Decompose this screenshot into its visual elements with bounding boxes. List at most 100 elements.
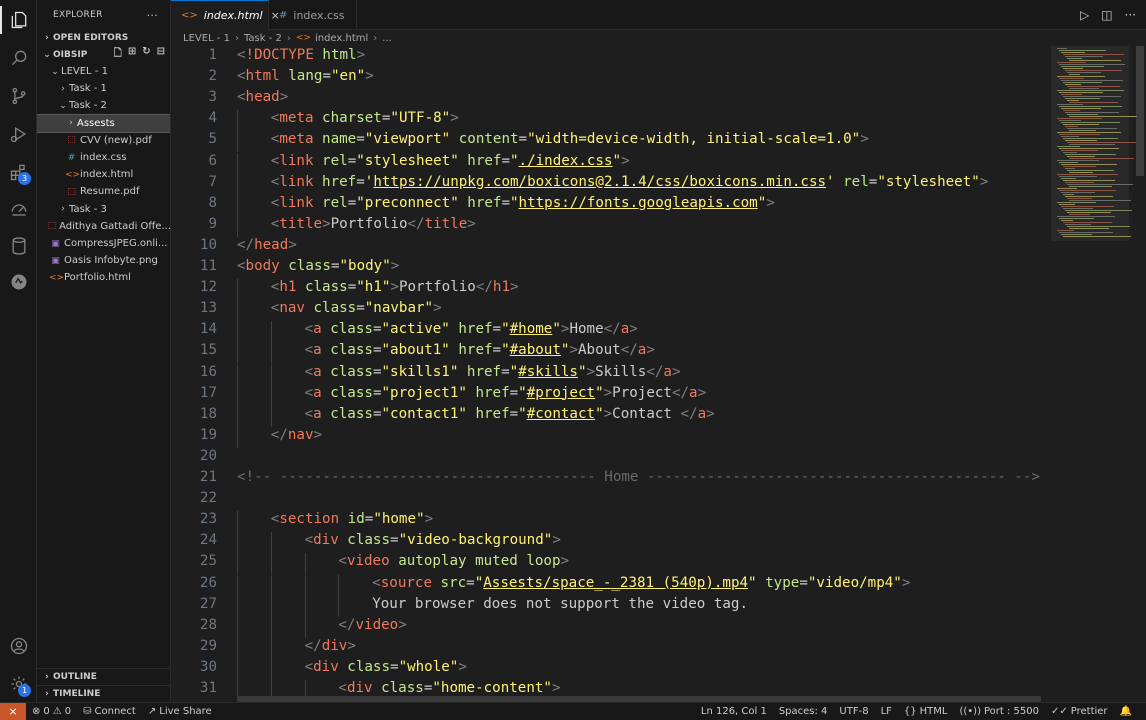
search-icon[interactable] — [0, 40, 37, 76]
code-token: Home — [569, 321, 604, 338]
tree-item[interactable]: <> Portfolio.html — [37, 269, 170, 286]
tree-item[interactable]: ▣ Oasis Infobyte.png — [37, 252, 170, 269]
code-token: = — [466, 574, 475, 591]
remote-indicator-icon[interactable]: ⨯ — [0, 702, 26, 720]
line-number: 19 — [199, 426, 217, 443]
code-line[interactable]: <body class="body"> — [237, 258, 399, 274]
tree-item[interactable]: ▣ CompressJPEG.onli... — [37, 235, 170, 252]
end-of-line[interactable]: LF — [875, 706, 898, 717]
code-token: " — [509, 363, 519, 380]
code-line[interactable]: <nav class="navbar"> — [271, 300, 442, 316]
tree-item[interactable]: # index.css — [37, 149, 170, 166]
code-token: a — [697, 405, 707, 422]
breadcrumb-item[interactable]: LEVEL - 1 — [183, 33, 230, 44]
cursor-position[interactable]: Ln 126, Col 1 — [695, 706, 773, 717]
encoding[interactable]: UTF-8 — [833, 706, 874, 717]
code-line[interactable]: <meta charset="UTF-8"> — [271, 110, 459, 126]
collapse-all-icon[interactable]: ⊟ — [157, 46, 165, 63]
code-line[interactable]: </div> — [305, 638, 356, 654]
code-line[interactable]: <meta name="viewport" content="width=dev… — [271, 131, 869, 147]
code-editor[interactable]: 1 <!DOCTYPE html> 2 <html lang="en"> 3 <head>… — [171, 46, 1051, 696]
code-line[interactable]: <title>Portfolio</title> — [271, 216, 476, 232]
live-share-button[interactable]: ↗ Live Share — [142, 706, 218, 717]
connect-button[interactable]: ⛁ Connect — [77, 706, 142, 717]
code-line[interactable]: <section id="home"> — [271, 511, 433, 527]
code-line[interactable]: <a class="project1" href="#project">Proj… — [305, 385, 707, 401]
prettier-button[interactable]: ✓✓ Prettier — [1045, 706, 1114, 717]
code-line[interactable]: <video autoplay muted loop> — [338, 553, 569, 569]
tree-item[interactable]: ⌄ LEVEL - 1 — [37, 63, 170, 80]
code-line[interactable]: </head> — [237, 237, 297, 253]
code-line[interactable]: Your browser does not support the video … — [372, 596, 748, 612]
explorer-more-icon[interactable]: ··· — [147, 9, 158, 22]
code-token: "home" — [373, 511, 425, 528]
run-icon[interactable]: ▷ — [1080, 8, 1089, 22]
remote-explorer-icon[interactable] — [0, 192, 37, 228]
code-line[interactable]: <div class="home-content"> — [338, 680, 560, 696]
tab-index-css[interactable]: # index.css — [269, 0, 357, 30]
problems-indicator[interactable]: ⊗ 0 ⚠ 0 — [26, 706, 77, 717]
code-line[interactable]: <!DOCTYPE html> — [237, 47, 365, 63]
minimap[interactable] — [1051, 46, 1146, 696]
tree-item[interactable]: ⌄ Task - 2 — [37, 97, 170, 114]
account-icon[interactable] — [0, 628, 37, 664]
breadcrumb-item[interactable]: index.html — [315, 33, 368, 44]
tree-item[interactable]: ⬚ CVV (new).pdf — [37, 132, 170, 149]
code-token: a — [620, 321, 630, 338]
source-control-icon[interactable] — [0, 78, 37, 114]
code-line[interactable]: </nav> — [271, 427, 322, 443]
code-line[interactable]: <link href='https://unpkg.com/boxicons@2… — [271, 174, 989, 190]
explorer-sidebar: EXPLORER ··· › OPEN EDITORS ⌄ OIBSIP 🗋 ⊞… — [37, 0, 171, 702]
code-line[interactable]: <div class="video-background"> — [305, 532, 561, 548]
code-line[interactable]: <html lang="en"> — [237, 68, 374, 84]
new-file-icon[interactable]: 🗋 — [114, 46, 122, 63]
database-icon[interactable] — [0, 228, 37, 264]
extensions-icon[interactable]: 3 — [0, 154, 37, 190]
tree-item[interactable]: › Task - 1 — [37, 80, 170, 97]
code-line[interactable]: <a class="skills1" href="#skills">Skills… — [305, 364, 681, 380]
code-line[interactable]: <head> — [237, 89, 288, 105]
code-token: </ — [338, 616, 356, 633]
more-actions-icon[interactable]: ··· — [1125, 8, 1136, 22]
open-editors-section[interactable]: › OPEN EDITORS — [37, 29, 170, 46]
tree-item[interactable]: ⬚ Resume.pdf — [37, 183, 170, 200]
refresh-icon[interactable]: ↻ — [142, 46, 150, 63]
chevron-down-icon: ⌄ — [59, 100, 67, 111]
code-line[interactable]: </video> — [338, 617, 406, 633]
chevron-right-icon: › — [45, 32, 49, 43]
code-line[interactable]: <!-- -----------------------------------… — [237, 469, 1040, 485]
language-mode[interactable]: {} HTML — [898, 706, 954, 717]
tree-item[interactable]: <> index.html — [37, 166, 170, 183]
outline-section[interactable]: › OUTLINE — [37, 668, 170, 685]
code-line[interactable]: <div class="whole"> — [305, 659, 467, 675]
code-token: Contact — [612, 405, 681, 422]
breadcrumb-item[interactable]: ... — [382, 33, 392, 44]
tree-item[interactable]: ⬚ Adithya Gattadi Offe... — [37, 218, 170, 235]
code-line[interactable]: <a class="active" href="#home">Home</a> — [305, 321, 638, 337]
tab-index-html[interactable]: <> index.html × — [171, 0, 280, 30]
code-line[interactable]: <link rel="stylesheet" href="./index.css… — [271, 153, 630, 169]
code-line[interactable]: <source src="Assests/space_-_2381 (540p)… — [372, 575, 910, 591]
code-line[interactable]: <link rel="preconnect" href="https://fon… — [271, 195, 775, 211]
live-share-icon[interactable] — [0, 264, 37, 300]
code-line[interactable]: <a class="about1" href="#about">About</a… — [305, 342, 655, 358]
tree-item[interactable]: › Assests — [37, 113, 170, 133]
code-token: = — [322, 68, 331, 85]
new-folder-icon[interactable]: ⊞ — [128, 46, 136, 63]
line-number: 11 — [199, 258, 217, 274]
live-server-port[interactable]: ((•)) Port : 5500 — [953, 706, 1045, 717]
run-debug-icon[interactable] — [0, 116, 37, 152]
code-line[interactable]: <a class="contact1" href="#contact">Cont… — [305, 406, 715, 422]
split-editor-icon[interactable]: ◫ — [1101, 8, 1112, 22]
code-token: > — [766, 194, 775, 211]
root-folder-section[interactable]: ⌄ OIBSIP 🗋 ⊞ ↻ ⊟ — [37, 46, 170, 63]
line-number: 1 — [208, 47, 217, 63]
settings-gear-icon[interactable]: 1 — [0, 666, 37, 702]
notifications-icon[interactable]: 🔔 — [1114, 706, 1138, 717]
timeline-section[interactable]: › TIMELINE — [37, 685, 170, 702]
code-line[interactable]: <h1 class="h1">Portfolio</h1> — [271, 279, 519, 295]
breadcrumb-item[interactable]: Task - 2 — [244, 33, 282, 44]
tree-item[interactable]: › Task - 3 — [37, 201, 170, 218]
indentation[interactable]: Spaces: 4 — [773, 706, 834, 717]
explorer-icon[interactable] — [0, 2, 37, 38]
